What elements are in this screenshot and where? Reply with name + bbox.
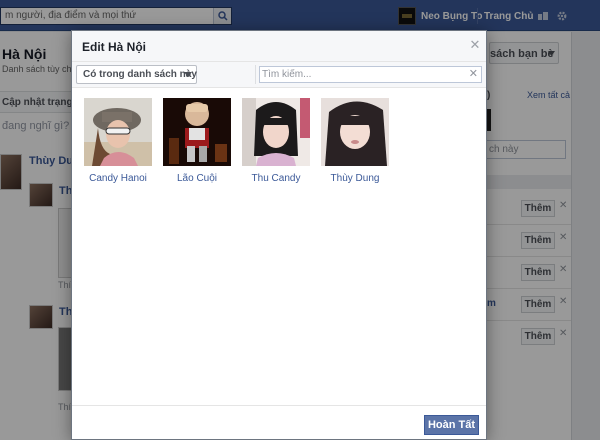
friend-photo[interactable] (242, 98, 310, 166)
friend-search-input[interactable] (262, 68, 462, 81)
list-filter-dropdown[interactable]: Có trong danh sách này (76, 65, 197, 84)
friend-photo[interactable] (321, 98, 389, 166)
friend-name[interactable]: Thùy Dung (309, 173, 401, 184)
dialog-title: Edit Hà Nội (82, 40, 147, 54)
list-filter-label: Có trong danh sách này (83, 69, 197, 80)
dialog-footer: Hoàn Tất (72, 405, 486, 439)
friend-photo[interactable] (163, 98, 231, 166)
toolbar-divider (255, 65, 256, 84)
done-button[interactable]: Hoàn Tất (424, 415, 479, 435)
edit-list-dialog: Edit Hà Nội ✕ Có trong danh sách này ✕ (71, 30, 487, 440)
friend-photo[interactable] (84, 98, 152, 166)
clear-search-icon[interactable]: ✕ (469, 67, 478, 82)
friend-search-field[interactable]: ✕ (259, 66, 482, 83)
chevron-down-icon (184, 72, 192, 77)
dialog-header: Edit Hà Nội ✕ (72, 31, 486, 62)
friend-tile[interactable]: Thùy Dung (321, 98, 399, 188)
dialog-toolbar: Có trong danh sách này ✕ (72, 62, 486, 88)
close-icon[interactable]: ✕ (468, 38, 482, 52)
